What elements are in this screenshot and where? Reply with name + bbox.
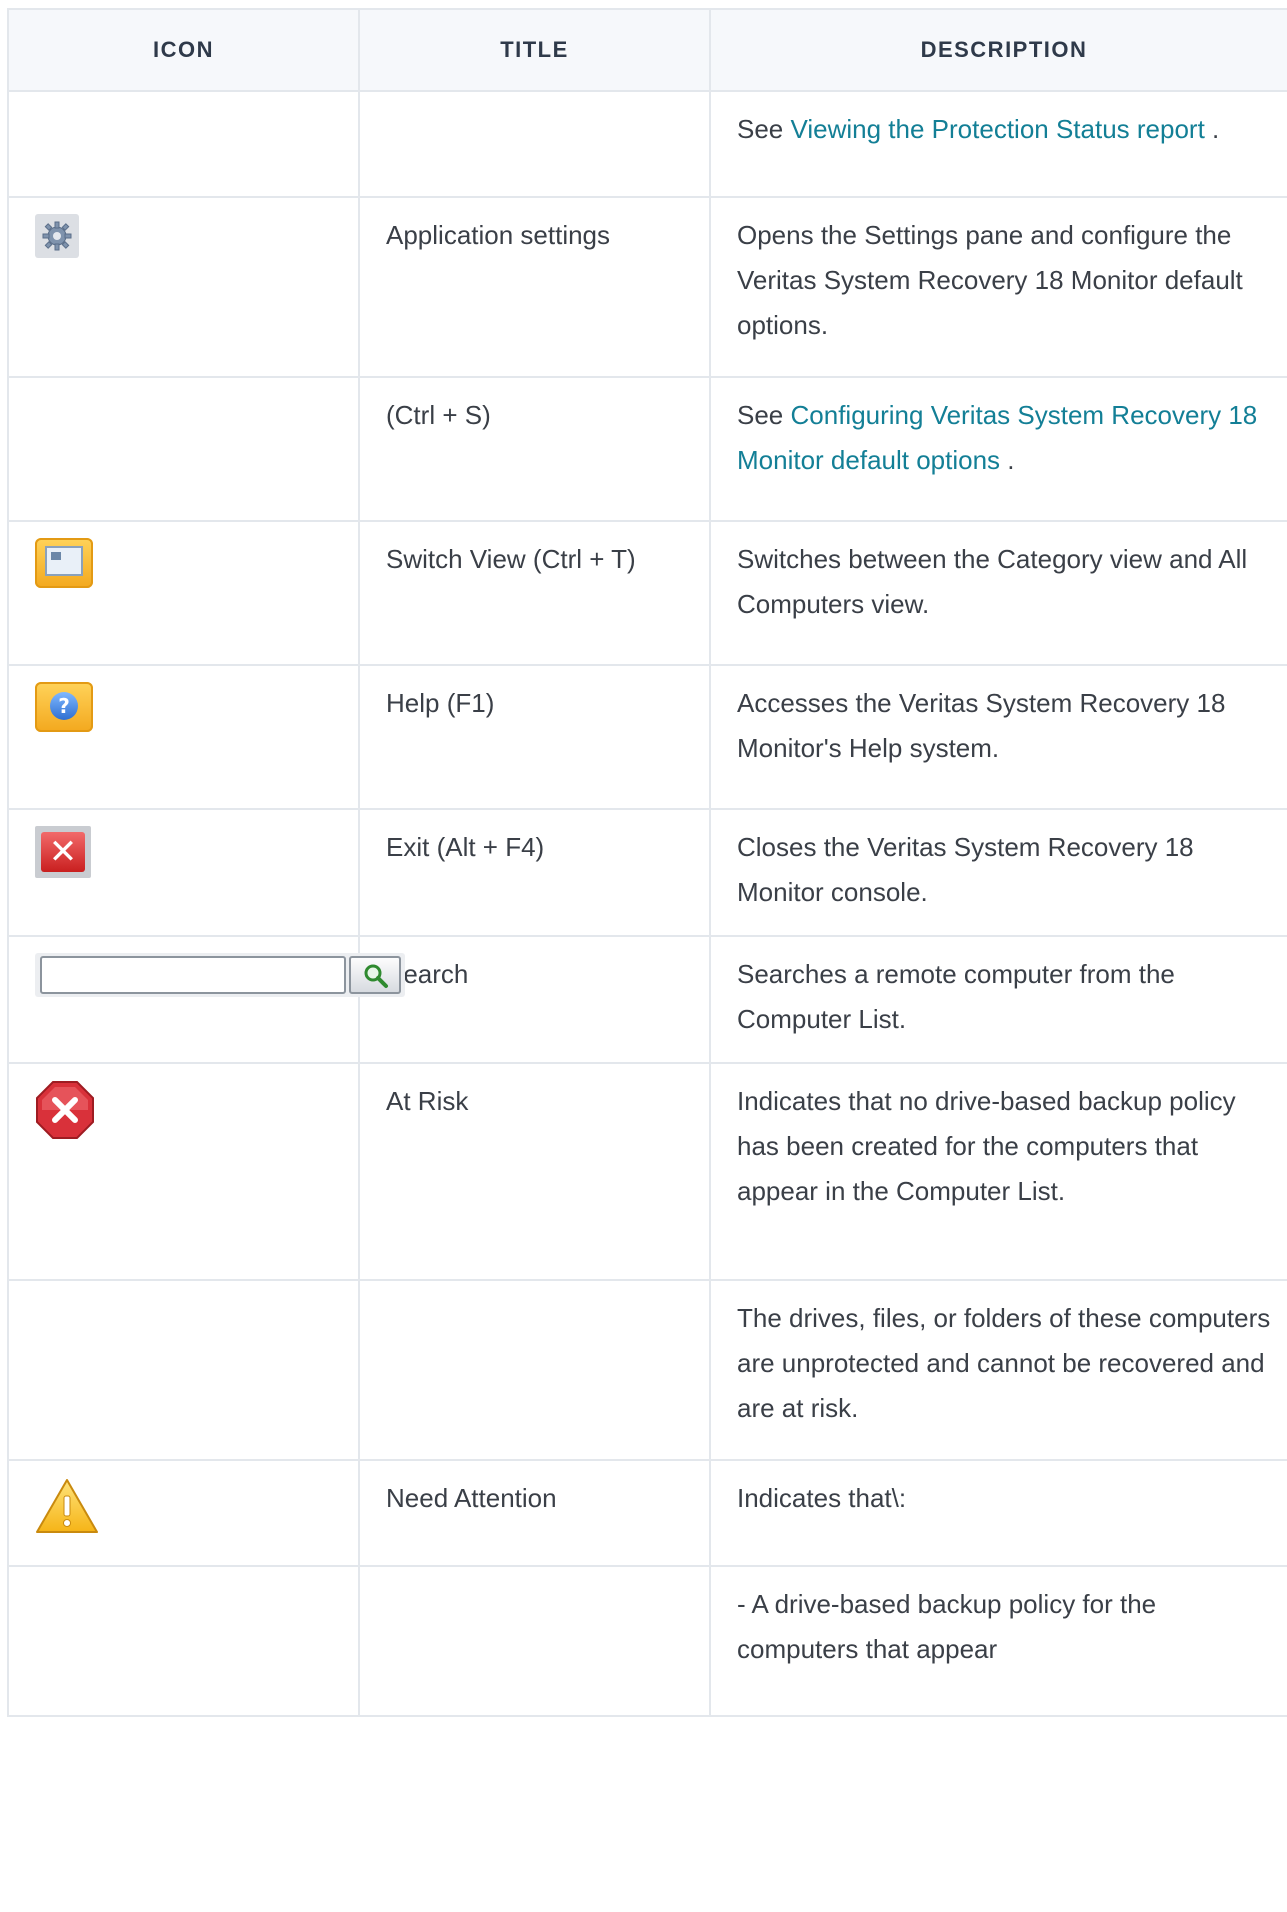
description-cell: Indicates that no drive-based backup pol… [709, 1062, 1287, 1281]
description-cell: Closes the Veritas System Recovery 18 Mo… [709, 808, 1287, 937]
table-row: See Viewing the Protection Status report… [7, 90, 1287, 198]
protection-status-report-link[interactable]: Viewing the Protection Status report [791, 114, 1205, 144]
icon-cell [7, 1459, 360, 1567]
title-cell [358, 1279, 711, 1461]
header-title: TITLE [358, 8, 711, 92]
description-cell: - A drive-based backup policy for the co… [709, 1565, 1287, 1717]
help-icon[interactable]: ? [35, 682, 93, 732]
description-cell: Switches between the Category view and A… [709, 520, 1287, 666]
icon-cell [7, 935, 405, 1064]
table-row: Need Attention Indicates that\: [7, 1459, 1287, 1567]
icon-cell [7, 90, 360, 198]
table-row: ? Help (F1) Accesses the Veritas System … [7, 664, 1287, 810]
title-cell: Exit (Alt + F4) [358, 808, 711, 937]
title-cell [358, 1565, 711, 1717]
table-row: The drives, files, or folders of these c… [7, 1279, 1287, 1461]
switch-view-icon[interactable] [35, 538, 93, 588]
description-cell: Accesses the Veritas System Recovery 18 … [709, 664, 1287, 810]
search-icon [349, 956, 401, 994]
title-cell: Switch View (Ctrl + T) [358, 520, 711, 666]
at-risk-icon [35, 1080, 95, 1140]
table-row: Switch View (Ctrl + T) Switches between … [7, 520, 1287, 666]
desc-prefix: See [737, 400, 791, 430]
table-row: At Risk Indicates that no drive-based ba… [7, 1062, 1287, 1281]
configuring-default-options-link[interactable]: Configuring Veritas System Recovery 18 M… [737, 400, 1257, 475]
exit-icon[interactable]: ✕ [35, 826, 91, 878]
icon-cell [7, 520, 360, 666]
table-header-row: ICON TITLE DESCRIPTION [7, 8, 1287, 92]
icon-cell [7, 1279, 360, 1461]
icon-reference-table: ICON TITLE DESCRIPTION See Viewing the P… [7, 8, 1287, 1717]
icon-cell [7, 196, 360, 378]
desc-suffix: . [1000, 445, 1015, 475]
title-cell: Help (F1) [358, 664, 711, 810]
table-row: Application settings Opens the Settings … [7, 196, 1287, 378]
table-row: (Ctrl + S) See Configuring Veritas Syste… [7, 376, 1287, 522]
icon-cell [7, 376, 360, 522]
description-cell: Opens the Settings pane and configure th… [709, 196, 1287, 378]
desc-prefix: See [737, 114, 791, 144]
table-row: Search Searches a remote computer from t… [7, 935, 1287, 1064]
search-input-image [40, 956, 346, 994]
header-description: DESCRIPTION [709, 8, 1287, 92]
icon-cell: ✕ [7, 808, 360, 937]
search-box-icon[interactable] [35, 953, 405, 997]
icon-cell [7, 1062, 360, 1281]
title-cell: Search [358, 935, 711, 1064]
table-row: ✕ Exit (Alt + F4) Closes the Veritas Sys… [7, 808, 1287, 937]
description-cell: Searches a remote computer from the Comp… [709, 935, 1287, 1064]
header-icon: ICON [7, 8, 360, 92]
title-cell: Application settings [358, 196, 711, 378]
description-cell: See Viewing the Protection Status report… [709, 90, 1287, 198]
title-cell [358, 90, 711, 198]
title-cell: Need Attention [358, 1459, 711, 1567]
title-cell: At Risk [358, 1062, 711, 1281]
gear-icon[interactable] [35, 214, 79, 258]
description-cell: See Configuring Veritas System Recovery … [709, 376, 1287, 522]
desc-suffix: . [1204, 114, 1220, 144]
description-cell: The drives, files, or folders of these c… [709, 1279, 1287, 1461]
warning-icon [35, 1477, 99, 1539]
icon-cell [7, 1565, 360, 1717]
description-cell: Indicates that\: [709, 1459, 1287, 1567]
icon-cell: ? [7, 664, 360, 810]
icon-reference-table-container: ICON TITLE DESCRIPTION See Viewing the P… [7, 8, 1287, 1717]
table-row: - A drive-based backup policy for the co… [7, 1565, 1287, 1717]
title-cell: (Ctrl + S) [358, 376, 711, 522]
